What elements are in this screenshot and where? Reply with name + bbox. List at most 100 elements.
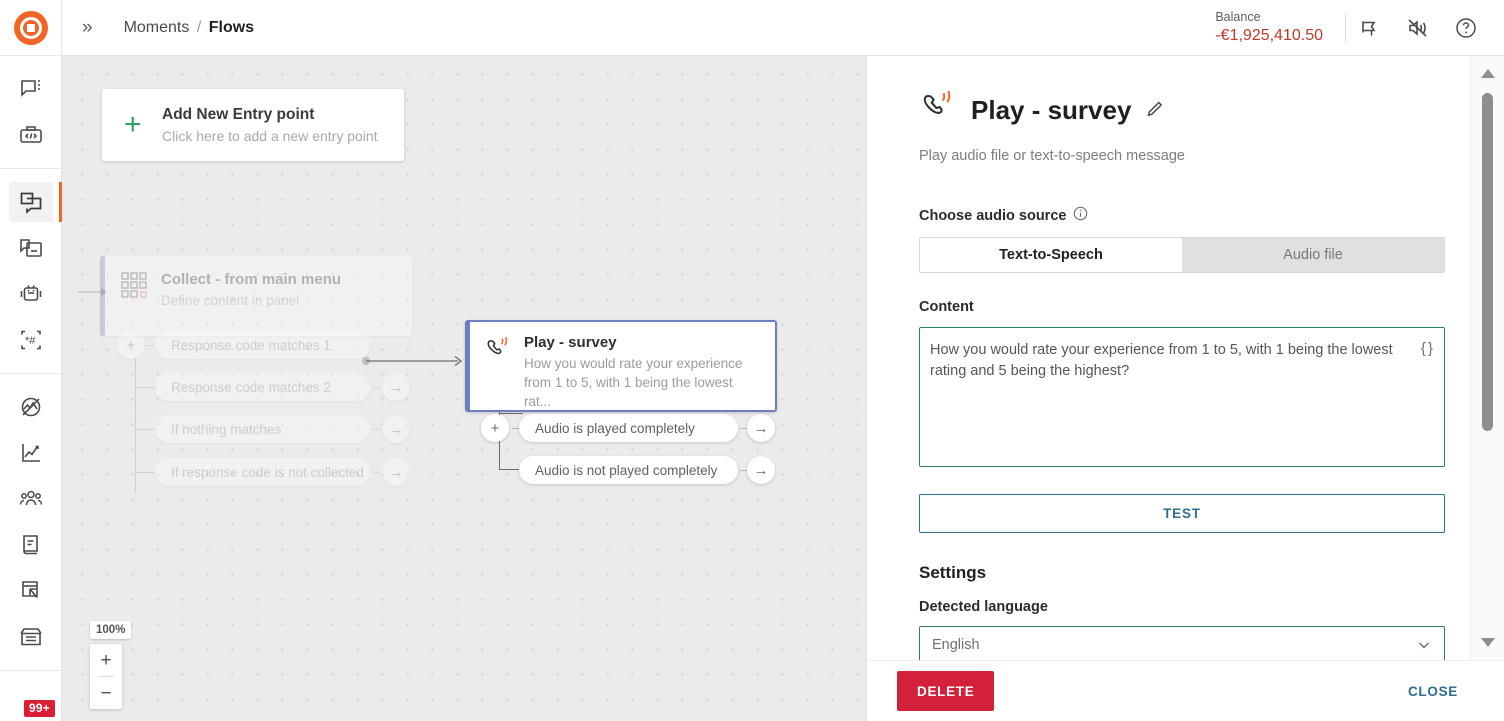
collect-branch-goto-4[interactable]: →	[382, 458, 410, 486]
panel-description: Play audio file or text-to-speech messag…	[919, 148, 1185, 164]
zoom-in-button[interactable]: +	[90, 644, 122, 676]
collect-branch-goto-3[interactable]: →	[382, 415, 410, 443]
landing-page-icon	[18, 578, 44, 604]
balance-value: -€1,925,410.50	[1215, 26, 1323, 44]
zoom-level-label: 100%	[90, 621, 132, 639]
pencil-icon[interactable]	[1145, 99, 1166, 120]
panel-header: Play - survey	[919, 88, 1434, 131]
add-entry-title: Add New Entry point	[162, 105, 315, 123]
catalog-icon	[18, 532, 44, 558]
collect-node[interactable]: Collect - from main menu Define content …	[100, 256, 412, 336]
sidebar-item-conversations[interactable]	[0, 66, 61, 112]
collect-add-branch-label: +	[126, 336, 136, 354]
collect-branch-goto-2[interactable]: →	[382, 373, 410, 401]
content-label: Content	[919, 299, 974, 315]
pulse-icon	[18, 394, 44, 420]
delete-button[interactable]: DELETE	[897, 671, 995, 711]
content-textarea[interactable]: How you would rate your experience from …	[919, 327, 1445, 467]
test-button[interactable]: TEST	[919, 494, 1445, 533]
sidebar-item-templates[interactable]	[0, 225, 61, 271]
play-survey-node[interactable]: Play - survey How you would rate your ex…	[465, 320, 777, 412]
flows-icon	[18, 189, 44, 215]
add-entry-point-node[interactable]: + Add New Entry point Click here to add …	[102, 89, 404, 161]
play-add-branch-button[interactable]: +	[481, 414, 509, 442]
app-logo[interactable]	[0, 0, 61, 56]
code-toolbox-icon	[18, 122, 44, 148]
info-icon[interactable]	[1073, 206, 1088, 225]
breadcrumb-moments[interactable]: Moments	[124, 19, 190, 36]
rail-notifications[interactable]: 99+	[0, 670, 61, 721]
zoom-controls: + −	[90, 644, 122, 709]
connector-collect-to-play	[362, 355, 463, 367]
panel-scrollbar[interactable]	[1470, 56, 1504, 721]
play-node-subtitle: How you would rate your experience from …	[524, 356, 743, 409]
collect-branch-pill-4[interactable]: If response code is not collected	[155, 458, 370, 486]
tab-text-to-speech[interactable]: Text-to-Speech	[920, 238, 1182, 272]
collect-dash-3	[372, 429, 381, 430]
play-branch-pill-2[interactable]: Audio is not played completely	[519, 456, 738, 484]
app-window: *# 99+ » Moments / Flows Balance -€1,925…	[0, 0, 1504, 721]
tab-audio-file[interactable]: Audio file	[1182, 238, 1444, 272]
collect-branch-pill-2[interactable]: Response code matches 2	[155, 373, 370, 401]
storefront-icon	[18, 624, 44, 650]
sidebar-item-storefront[interactable]	[0, 614, 61, 660]
sidebar-item-catalog[interactable]	[0, 522, 61, 568]
breadcrumb: Moments / Flows	[124, 19, 255, 37]
announcement-icon[interactable]	[1346, 0, 1394, 56]
collect-node-title: Collect - from main menu	[161, 271, 342, 288]
breadcrumb-separator: /	[196, 18, 202, 36]
audiences-icon	[18, 486, 44, 512]
collect-branch-trunk	[135, 336, 136, 493]
play-branch-label-2: Audio is not played completely	[535, 462, 718, 478]
collect-branch-label-2: Response code matches 2	[171, 379, 331, 395]
flow-canvas[interactable]: + Add New Entry point Click here to add …	[62, 56, 867, 721]
logo-icon	[13, 10, 48, 45]
sidebar-item-pulse[interactable]	[0, 384, 61, 430]
sidebar-item-analytics[interactable]	[0, 430, 61, 476]
chevron-down-icon	[1416, 637, 1432, 653]
collect-add-branch-button[interactable]: +	[117, 331, 145, 359]
balance-display: Balance -€1,925,410.50	[1215, 10, 1345, 46]
rail-group-3	[0, 373, 61, 670]
help-icon[interactable]	[1442, 0, 1490, 56]
collect-dash-4	[372, 472, 381, 473]
collect-branch-pill-1[interactable]: Response code matches 1	[155, 331, 370, 359]
play-branch-goto-1[interactable]: →	[747, 414, 775, 442]
keypad-icon	[121, 270, 161, 307]
settings-heading: Settings	[919, 563, 987, 582]
detected-language-label: Detected language	[919, 599, 1048, 615]
analytics-icon	[18, 440, 44, 466]
sidebar-item-keywords[interactable]: *#	[0, 317, 61, 363]
mute-icon[interactable]	[1394, 0, 1442, 56]
sidebar-item-flows[interactable]	[0, 179, 62, 225]
chatbot-icon	[18, 281, 44, 307]
sidebar-item-code-toolbox[interactable]	[0, 112, 61, 158]
play-branch-pill-1[interactable]: Audio is played completely	[519, 414, 738, 442]
scroll-up-icon[interactable]	[1471, 62, 1504, 84]
notification-badge: 99+	[24, 700, 55, 717]
close-button[interactable]: CLOSE	[1398, 676, 1468, 707]
rail-group-1	[0, 56, 61, 168]
sidebar-item-chatbot[interactable]	[0, 271, 61, 317]
insert-variable-icon[interactable]: { }	[1421, 340, 1433, 357]
sidebar-item-landing-page[interactable]	[0, 568, 61, 614]
detected-language-select[interactable]: English	[919, 626, 1445, 660]
expand-sidebar-icon[interactable]: »	[82, 17, 96, 39]
top-bar-right: Balance -€1,925,410.50	[1215, 0, 1504, 55]
scroll-down-icon[interactable]	[1471, 631, 1504, 653]
sidebar-item-audiences[interactable]	[0, 476, 61, 522]
zoom-out-button[interactable]: −	[90, 677, 122, 709]
scrollbar-thumb[interactable]	[1482, 93, 1493, 431]
play-branch-stub-1	[499, 413, 523, 414]
collect-branch-label-3: If nothing matches	[171, 421, 282, 437]
svg-text:*#: *#	[25, 335, 36, 347]
conversations-icon	[18, 76, 44, 102]
top-bar: » Moments / Flows Balance -€1,925,410.50	[62, 0, 1504, 56]
play-branch-goto-2[interactable]: →	[747, 456, 775, 484]
audio-source-label-row: Choose audio source	[919, 206, 1434, 225]
breadcrumb-flows: Flows	[208, 18, 255, 36]
balance-label: Balance	[1215, 9, 1261, 24]
voice-call-icon	[919, 88, 957, 131]
add-entry-plus-icon: +	[124, 108, 142, 141]
collect-branch-pill-3[interactable]: If nothing matches	[155, 415, 370, 443]
